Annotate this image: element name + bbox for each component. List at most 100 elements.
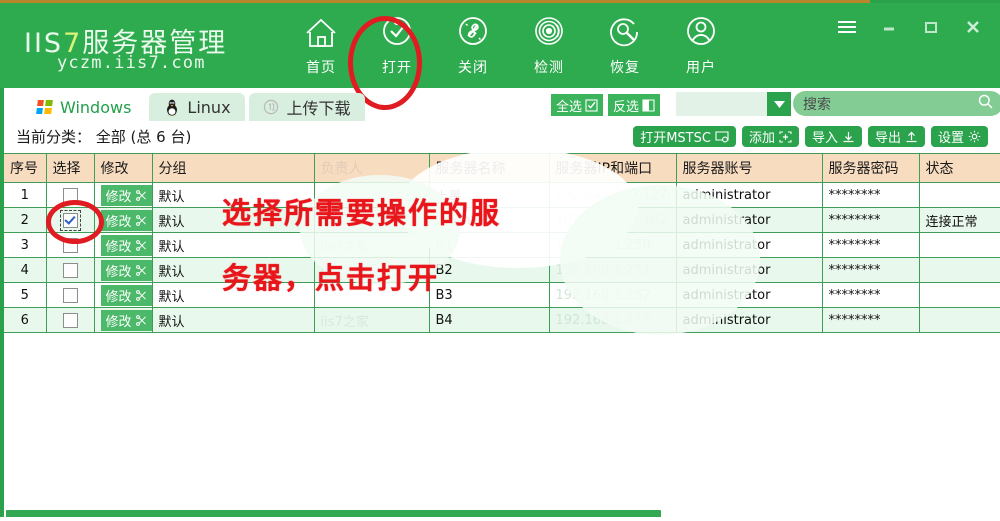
column-header-server-name[interactable]: 服务器名称 <box>429 153 550 183</box>
column-header-server-ip[interactable]: 服务器IP和端口 <box>549 153 677 183</box>
minimize-button[interactable] <box>868 13 910 41</box>
cell-edit[interactable]: 修改 <box>94 207 153 233</box>
row-checkbox[interactable] <box>62 312 78 328</box>
app-url: yczm.iis7.com <box>57 53 206 73</box>
nav-item-detect[interactable]: 检测 <box>511 11 587 77</box>
menu-button[interactable] <box>826 13 868 41</box>
invert-selection-label: 反选 <box>613 99 640 115</box>
select-all-label: 全选 <box>556 99 583 115</box>
cell-server-ip: 192.168.1.253 <box>549 307 677 333</box>
detect-icon <box>527 11 571 55</box>
cell-edit[interactable]: 修改 <box>94 257 153 283</box>
cell-group: 默认 <box>152 257 315 283</box>
cell-server-ip: 192.168.1.252 <box>549 282 677 308</box>
edit-button[interactable]: 修改 <box>100 184 151 206</box>
import-label: 导入 <box>811 131 838 146</box>
group-filter-dropdown[interactable] <box>675 91 792 117</box>
row-checkbox[interactable] <box>62 287 78 303</box>
invert-selection-button[interactable]: 反选 <box>607 93 662 117</box>
column-header-password[interactable]: 服务器密码 <box>822 153 920 183</box>
add-button[interactable]: 添加 <box>741 126 799 147</box>
tab-label-windows: Windows <box>60 97 132 117</box>
column-header-edit[interactable]: 修改 <box>94 153 153 183</box>
import-button[interactable]: 导入 <box>804 126 862 147</box>
tab-bar: Windows Linux 上传下载 <box>22 93 365 121</box>
row-checkbox[interactable] <box>62 187 78 203</box>
cell-select[interactable] <box>46 207 95 233</box>
cell-edit[interactable]: 修改 <box>94 307 153 333</box>
nav-item-restore[interactable]: 恢复 <box>587 11 663 77</box>
cell-owner: iis7之家 <box>314 307 430 333</box>
column-header-index[interactable]: 序号 <box>4 153 47 183</box>
edit-button-label: 修改 <box>105 264 132 280</box>
current-category: 当前分类： 全部 (总 6 台) <box>16 128 192 146</box>
cell-status <box>919 282 1000 308</box>
column-header-owner[interactable]: 负责人 <box>314 153 430 183</box>
table-row[interactable]: 1 修改 默认 上墨 192.241.130.127:3007 administ… <box>4 182 1000 208</box>
cell-owner <box>314 182 430 208</box>
window-bottom-edge <box>0 517 1000 521</box>
cell-account: administrator <box>676 307 823 333</box>
tab-upload-download[interactable]: 上传下载 <box>248 93 365 121</box>
select-all-button[interactable]: 全选 <box>550 93 605 117</box>
cell-server-name: B1 <box>429 232 550 258</box>
cell-edit[interactable]: 修改 <box>94 232 153 258</box>
cell-account: administrator <box>676 207 823 233</box>
row-checkbox[interactable] <box>62 237 78 253</box>
open-mstsc-button[interactable]: 打开MSTSC <box>633 126 736 147</box>
row-checkbox[interactable] <box>62 212 78 228</box>
cell-owner: iis7之家 <box>314 257 430 283</box>
cell-select[interactable] <box>46 282 95 308</box>
column-header-account[interactable]: 服务器账号 <box>676 153 823 183</box>
table-row[interactable]: 4 修改 默认 iis7之家 B2 192.168.1.251 administ… <box>4 257 1000 283</box>
cell-select[interactable] <box>46 182 95 208</box>
cell-select[interactable] <box>46 232 95 258</box>
tab-windows[interactable]: Windows <box>22 93 146 121</box>
table-row[interactable]: 6 修改 默认 iis7之家 B4 192.168.1.253 administ… <box>4 307 1000 333</box>
cell-index: 3 <box>4 232 47 258</box>
cell-status <box>919 182 1000 208</box>
table-row[interactable]: 3 修改 默认 iis7之家 B1 192.168.1.250 administ… <box>4 232 1000 258</box>
nav-item-user[interactable]: 用户 <box>663 11 739 77</box>
edit-button[interactable]: 修改 <box>100 309 151 331</box>
nav-item-close[interactable]: 关闭 <box>435 11 511 77</box>
cell-group: 默认 <box>152 182 315 208</box>
cell-owner <box>314 282 430 308</box>
export-button[interactable]: 导出 <box>867 126 925 147</box>
table-row[interactable]: 5 修改 默认 B3 192.168.1.252 administrator *… <box>4 282 1000 308</box>
cell-group: 默认 <box>152 307 315 333</box>
settings-button[interactable]: 设置 <box>930 126 988 147</box>
search-input[interactable]: 搜索 <box>803 94 978 114</box>
edit-button[interactable]: 修改 <box>100 209 151 231</box>
close-button[interactable] <box>952 13 994 41</box>
cell-server-name: downv2 <box>429 207 550 233</box>
edit-button-label: 修改 <box>105 239 132 255</box>
nav-item-open[interactable]: 打开 <box>359 11 435 77</box>
edit-button[interactable]: 修改 <box>100 284 151 306</box>
nav-item-home[interactable]: 首页 <box>283 11 359 77</box>
settings-label: 设置 <box>937 131 964 146</box>
nav-label-user: 用户 <box>686 60 716 76</box>
export-label: 导出 <box>874 131 901 146</box>
tab-linux[interactable]: Linux <box>149 93 245 121</box>
table-header-row: 序号 选择 修改 分组 负责人 服务器名称 服务器IP和端口 服务器账号 服务器… <box>4 153 1000 183</box>
cell-select[interactable] <box>46 307 95 333</box>
column-header-select[interactable]: 选择 <box>46 153 95 183</box>
edit-button[interactable]: 修改 <box>100 259 151 281</box>
group-filter-value <box>676 92 767 116</box>
maximize-button[interactable] <box>910 13 952 41</box>
cell-index: 1 <box>4 182 47 208</box>
tab-label-upload-download: 上传下载 <box>286 99 351 118</box>
user-icon <box>679 11 723 55</box>
column-header-status[interactable]: 状态 <box>919 153 1000 183</box>
column-header-group[interactable]: 分组 <box>152 153 315 183</box>
cell-server-name: B2 <box>429 257 550 283</box>
search-box[interactable]: 搜索 <box>793 91 1000 116</box>
row-checkbox[interactable] <box>62 262 78 278</box>
cell-select[interactable] <box>46 257 95 283</box>
edit-button[interactable]: 修改 <box>100 234 151 256</box>
cell-edit[interactable]: 修改 <box>94 182 153 208</box>
table-row[interactable]: 2 修改 默认 downv2 163.127.210.102 administr… <box>4 207 1000 233</box>
cell-server-ip: 192.168.1.250 <box>549 232 677 258</box>
cell-edit[interactable]: 修改 <box>94 282 153 308</box>
